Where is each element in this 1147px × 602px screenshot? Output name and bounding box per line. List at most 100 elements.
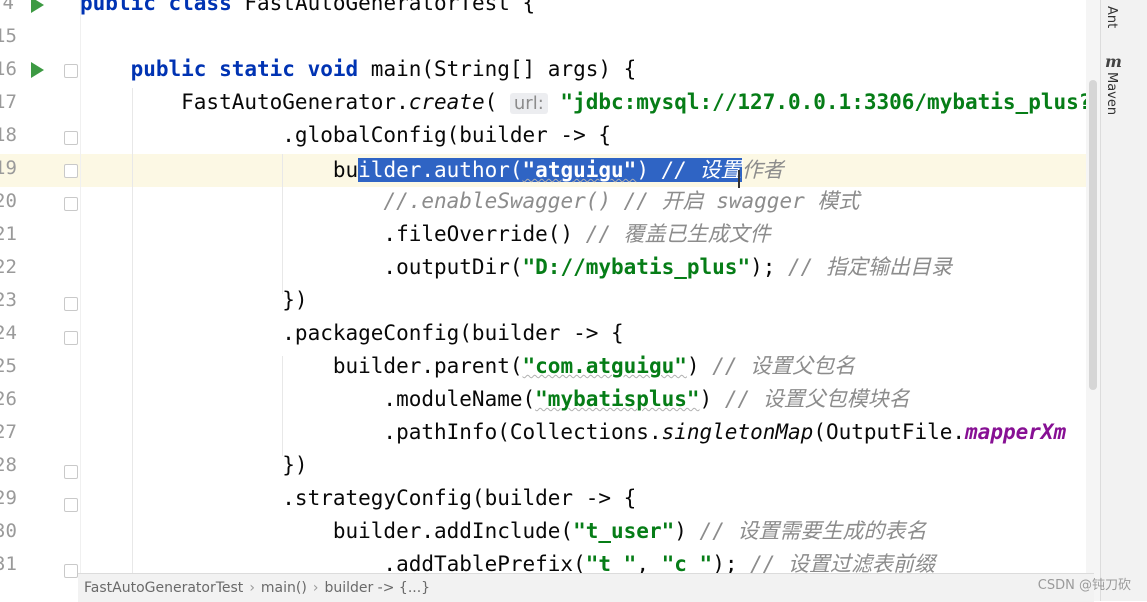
line-number-text: 23: [0, 289, 17, 311]
code-text: (: [484, 90, 510, 114]
line-number-text: 22: [0, 256, 17, 278]
line-number: 24: [0, 317, 20, 350]
fold-marker-icon[interactable]: [64, 465, 78, 479]
line-number: 31: [0, 548, 20, 581]
maven-tool-tab[interactable]: Maven: [1104, 72, 1119, 115]
fold-marker-icon[interactable]: [64, 64, 78, 78]
comment-text: // 设置父包模块名: [724, 387, 910, 411]
string-literal: "atguigu": [522, 158, 637, 182]
line-number: 19: [0, 152, 20, 185]
code-text: .outputDir(: [80, 255, 523, 279]
scrollbar-thumb[interactable]: [1089, 80, 1097, 390]
maven-icon[interactable]: m: [1105, 52, 1122, 71]
code-line[interactable]: .fileOverride() // 覆盖已生成文件: [80, 218, 1100, 251]
comment-text: // 设置需要生成的表名: [699, 519, 927, 543]
code-line[interactable]: builder.addInclude("t_user") // 设置需要生成的表…: [80, 515, 1100, 548]
code-text: mapperXm: [965, 420, 1067, 444]
code-line[interactable]: .outputDir("D://mybatis_plus"); // 指定输出目…: [80, 251, 1100, 284]
code-text: .globalConfig(builder -> {: [80, 123, 612, 147]
breadcrumb-item[interactable]: builder -> {...}: [324, 580, 430, 596]
line-number-text: 26: [0, 388, 17, 410]
code-editor[interactable]: 4 15 16 17 18 19 20 21 22 23 24 25 26 27 28 29 30 31 publ…: [0, 0, 1100, 601]
code-line[interactable]: FastAutoGenerator.create( url: "jdbc:mys…: [80, 86, 1100, 119]
selected-text[interactable]: ilder.author("atguigu") // 设置: [358, 158, 742, 182]
code-text: bu: [80, 158, 359, 182]
line-number-text: 20: [0, 190, 17, 212]
fold-marker-icon[interactable]: [64, 197, 78, 211]
code-line[interactable]: }): [80, 284, 1100, 317]
fold-marker-icon[interactable]: [64, 498, 78, 512]
code-text: }): [80, 453, 308, 477]
line-number: 23: [0, 284, 20, 317]
line-number-text: 4: [2, 0, 14, 14]
line-number: 27: [0, 416, 20, 449]
string-literal: "com.atguigu": [522, 354, 687, 378]
code-line[interactable]: builder.parent("com.atguigu") // 设置父包名: [80, 350, 1100, 383]
code-line[interactable]: .moduleName("mybatisplus") // 设置父包模块名: [80, 383, 1100, 416]
line-number-text: 15: [0, 25, 17, 47]
watermark: CSDN @钝刀砍: [1037, 578, 1131, 593]
code-text: singletonMap: [661, 420, 814, 444]
line-number: 28: [0, 449, 20, 482]
line-number: 29: [0, 482, 20, 515]
code-line-selected[interactable]: builder.author("atguigu") // 设置作者: [80, 154, 1100, 187]
line-number: 30: [0, 515, 20, 548]
chevron-right-icon: ›: [312, 580, 319, 596]
breadcrumb-item[interactable]: main(): [261, 580, 307, 596]
line-number: 26: [0, 383, 20, 416]
fold-marker-icon[interactable]: [64, 564, 78, 578]
code-text: .fileOverride(): [80, 222, 586, 246]
fold-marker-icon[interactable]: [64, 297, 78, 311]
code-line[interactable]: //.enableSwagger() // 开启 swagger 模式: [80, 185, 1100, 218]
code-text: ilder.author(: [358, 158, 523, 182]
code-text: .moduleName(: [80, 387, 536, 411]
code-text: FastAutoGeneratorTest {: [244, 0, 536, 15]
line-number-text: 29: [0, 487, 17, 509]
code-text: ): [686, 354, 713, 378]
string-literal: "D://mybatis_plus": [522, 255, 751, 279]
comment-text: // 指定输出目录: [788, 255, 952, 279]
line-number-text: 21: [0, 223, 17, 245]
code-text: .packageConfig(builder -> {: [80, 321, 624, 345]
line-number: 21: [0, 218, 20, 251]
line-number: 22: [0, 251, 20, 284]
line-number: 17: [0, 86, 20, 119]
code-text: ): [699, 387, 725, 411]
fold-marker-icon[interactable]: [64, 131, 78, 145]
code-text: }): [80, 288, 308, 312]
code-line[interactable]: .strategyConfig(builder -> {: [80, 482, 1100, 515]
vertical-scrollbar[interactable]: [1086, 0, 1100, 601]
string-literal: "mybatisplus": [535, 387, 700, 411]
line-number-text: 28: [0, 454, 17, 476]
string-literal: "jdbc:mysql://127.0.0.1:3306/mybatis_plu…: [547, 90, 1100, 114]
run-main-icon[interactable]: [25, 53, 47, 86]
code-line[interactable]: }): [80, 449, 1100, 482]
line-number: 18: [0, 119, 20, 152]
fold-marker-icon[interactable]: [64, 164, 78, 178]
line-number: 15: [0, 20, 20, 53]
line-number: 16: [0, 53, 20, 86]
line-number: 4: [0, 0, 20, 20]
code-line[interactable]: .globalConfig(builder -> {: [80, 119, 1100, 152]
line-number-text: 16: [0, 58, 17, 80]
code-text: create: [408, 90, 485, 114]
line-number: 25: [0, 350, 20, 383]
fold-marker-icon[interactable]: [64, 331, 78, 345]
keyword-text: public class: [80, 0, 245, 15]
code-line[interactable]: .packageConfig(builder -> {: [80, 317, 1100, 350]
code-text: main(String[] args) {: [370, 57, 637, 81]
code-line[interactable]: public static void main(String[] args) {: [80, 53, 1100, 86]
code-text: .pathInfo(Collections.: [80, 420, 662, 444]
chevron-right-icon: ›: [249, 580, 255, 596]
code-line[interactable]: .pathInfo(Collections.singletonMap(Outpu…: [80, 416, 1100, 449]
code-text: ): [674, 519, 700, 543]
comment-text: // 设置: [661, 158, 742, 182]
code-line[interactable]: public class FastAutoGeneratorTest {: [80, 0, 1100, 20]
run-class-icon[interactable]: [25, 0, 47, 21]
ant-tool-tab[interactable]: Ant: [1104, 6, 1119, 28]
keyword-text: public static void: [130, 57, 371, 81]
breadcrumb-item[interactable]: FastAutoGeneratorTest: [84, 580, 243, 596]
line-number-text: 25: [0, 355, 17, 377]
